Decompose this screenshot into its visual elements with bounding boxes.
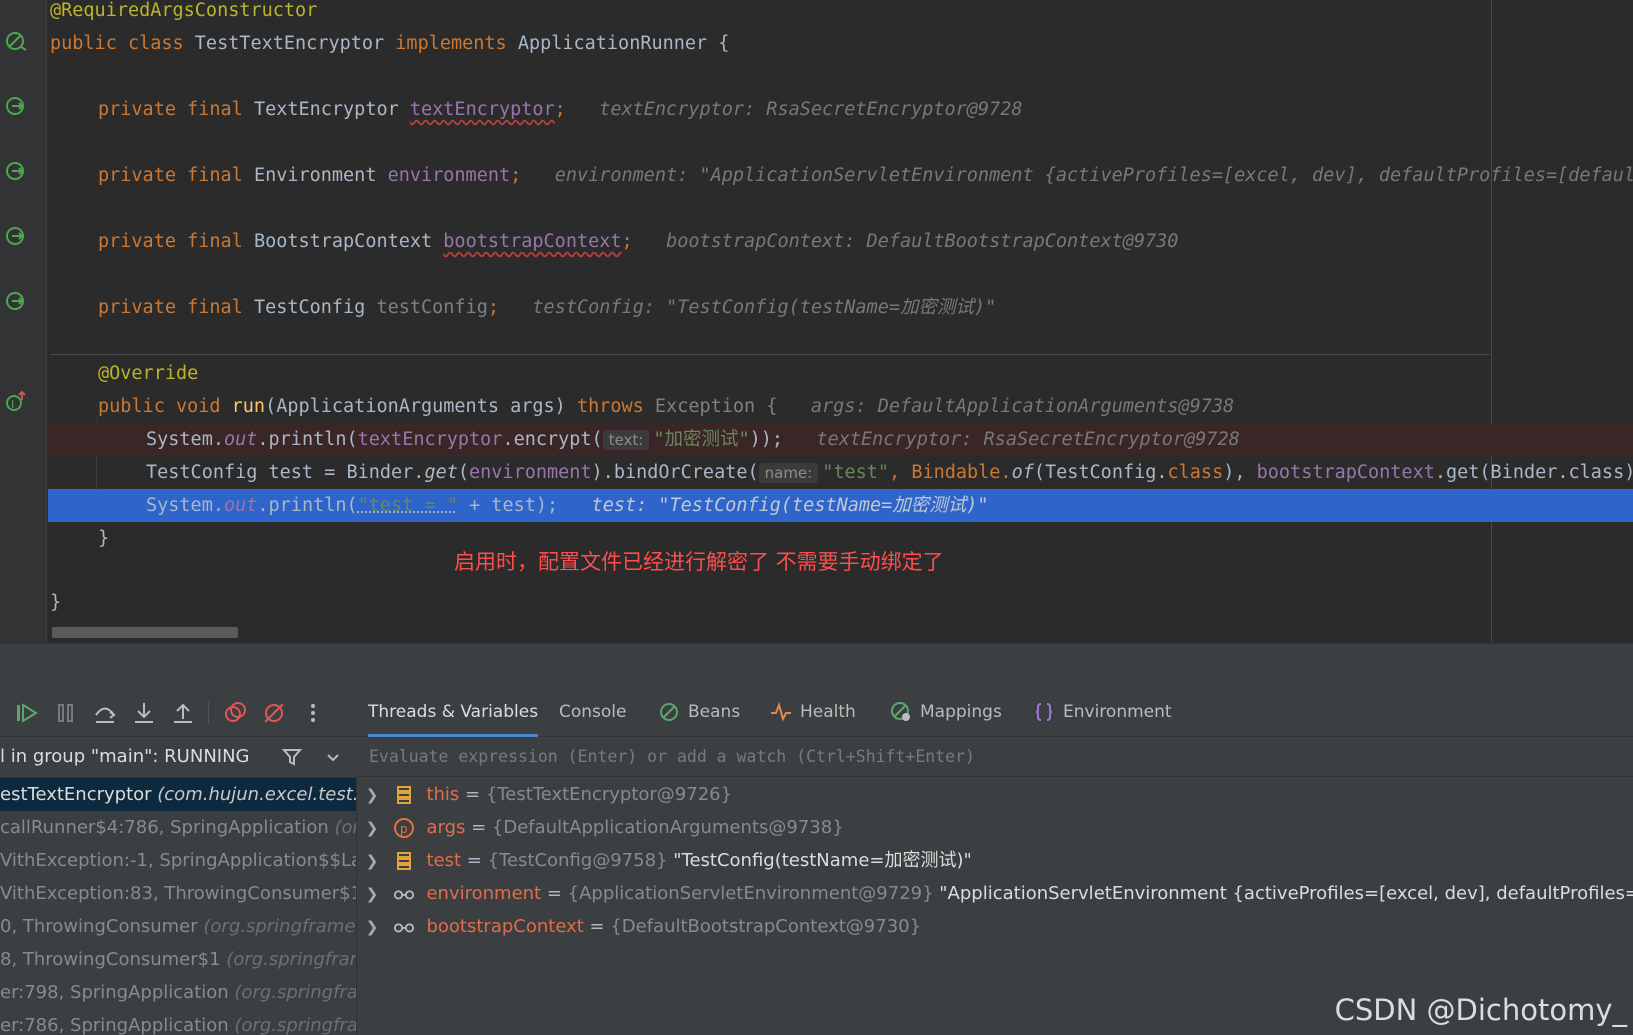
- annotation-note: 启用时，配置文件已经进行解密了 不需要手动绑定了: [454, 550, 944, 574]
- frames-list: estTextEncryptor (com.hujun.excel.test.c…: [0, 778, 357, 1035]
- toolbar-divider: [208, 702, 209, 724]
- code-line-current-execution: System.out.println("test = " + test); te…: [48, 489, 1633, 522]
- parameter-icon: p: [393, 818, 414, 838]
- filter-icon[interactable]: [281, 746, 303, 768]
- frame-item[interactable]: VithException:83, ThrowingConsumer$1 (o: [0, 877, 356, 910]
- panel-divider[interactable]: [0, 643, 1633, 691]
- param-hint: name:: [758, 463, 819, 483]
- variable-row[interactable]: ❯ test = {TestConfig@9758} "TestConfig(t…: [357, 844, 1633, 877]
- debug-toolbar: Threads & Variables Console Beans Health…: [0, 690, 1633, 737]
- variable-row[interactable]: ❯ this = {TestTextEncryptor@9726}: [357, 778, 1633, 811]
- chevron-right-icon[interactable]: ❯: [357, 779, 387, 812]
- frame-item[interactable]: VithException:-1, SpringApplication$$Lam: [0, 844, 356, 877]
- step-over-icon[interactable]: [92, 700, 118, 726]
- variable-row[interactable]: ❯ bootstrapContext = {DefaultBootstrapCo…: [357, 910, 1633, 943]
- glasses-icon: [393, 890, 414, 900]
- environment-icon: [1035, 703, 1053, 721]
- chevron-right-icon[interactable]: ❯: [357, 845, 387, 878]
- tab-console[interactable]: Console: [559, 690, 627, 734]
- evaluate-expression-input[interactable]: Evaluate expression (Enter) or add a wat…: [357, 737, 1633, 777]
- mappings-icon: [891, 702, 910, 721]
- horizontal-scrollbar[interactable]: [52, 627, 238, 638]
- autowired-icon[interactable]: [4, 290, 28, 314]
- mute-breakpoints-icon[interactable]: [261, 700, 287, 726]
- debug-panel: Threads & Variables Console Beans Health…: [0, 690, 1633, 1035]
- tab-threads-variables[interactable]: Threads & Variables: [368, 690, 539, 737]
- autowired-icon[interactable]: [4, 160, 28, 184]
- thread-selector[interactable]: l in group "main": RUNNING: [0, 737, 356, 778]
- step-out-icon[interactable]: [170, 700, 196, 726]
- tab-beans[interactable]: Beans: [658, 690, 740, 734]
- code-line-encrypt: System.out.println(textEncryptor.encrypt…: [48, 423, 1633, 456]
- variable-row[interactable]: ❯ p args = {DefaultApplicationArguments@…: [357, 811, 1633, 844]
- field-icon: [396, 852, 411, 870]
- more-options-icon[interactable]: [300, 700, 326, 726]
- variable-row[interactable]: ❯ environment = {ApplicationServletEnvir…: [357, 877, 1633, 910]
- chevron-right-icon[interactable]: ❯: [357, 911, 387, 944]
- pause-icon[interactable]: [53, 700, 79, 726]
- frame-item[interactable]: estTextEncryptor (com.hujun.excel.test.c…: [0, 778, 356, 811]
- right-margin-guide: [1491, 0, 1492, 643]
- field-icon: [396, 786, 411, 804]
- frame-item[interactable]: 0, ThrowingConsumer (org.springframew: [0, 910, 356, 943]
- method-separator: [50, 354, 1490, 355]
- frame-item[interactable]: er:786, SpringApplication (org.springfra…: [0, 1009, 356, 1035]
- bean-icon[interactable]: [4, 30, 28, 54]
- resume-icon[interactable]: [14, 700, 40, 726]
- tab-environment[interactable]: Environment: [1033, 690, 1172, 734]
- health-icon: [771, 701, 791, 722]
- tab-health[interactable]: Health: [770, 690, 856, 734]
- glasses-icon: [393, 923, 414, 933]
- watermark: CSDN @Dichotomy_: [1334, 993, 1627, 1027]
- thread-label: l in group "main": RUNNING: [0, 746, 250, 767]
- param-hint: text:: [602, 430, 650, 450]
- chevron-down-icon[interactable]: [324, 748, 342, 766]
- frame-item[interactable]: er:798, SpringApplication (org.springfra…: [0, 976, 356, 1009]
- beans-icon: [660, 703, 678, 721]
- implements-method-icon[interactable]: I: [4, 390, 28, 414]
- view-breakpoints-icon[interactable]: [222, 700, 248, 726]
- frame-item[interactable]: callRunner$4:786, SpringApplication (org: [0, 811, 356, 844]
- tab-mappings[interactable]: Mappings: [890, 690, 1002, 734]
- step-into-icon[interactable]: [131, 700, 157, 726]
- svg-text:p: p: [400, 822, 408, 836]
- frame-item[interactable]: 8, ThrowingConsumer$1 (org.springfram: [0, 943, 356, 976]
- autowired-icon[interactable]: [4, 95, 28, 119]
- autowired-icon[interactable]: [4, 225, 28, 249]
- svg-text:I: I: [11, 398, 14, 411]
- code-editor[interactable]: I @RequiredArgsConstructor public class …: [0, 0, 1633, 643]
- chevron-right-icon[interactable]: ❯: [357, 812, 387, 845]
- chevron-right-icon[interactable]: ❯: [357, 878, 387, 911]
